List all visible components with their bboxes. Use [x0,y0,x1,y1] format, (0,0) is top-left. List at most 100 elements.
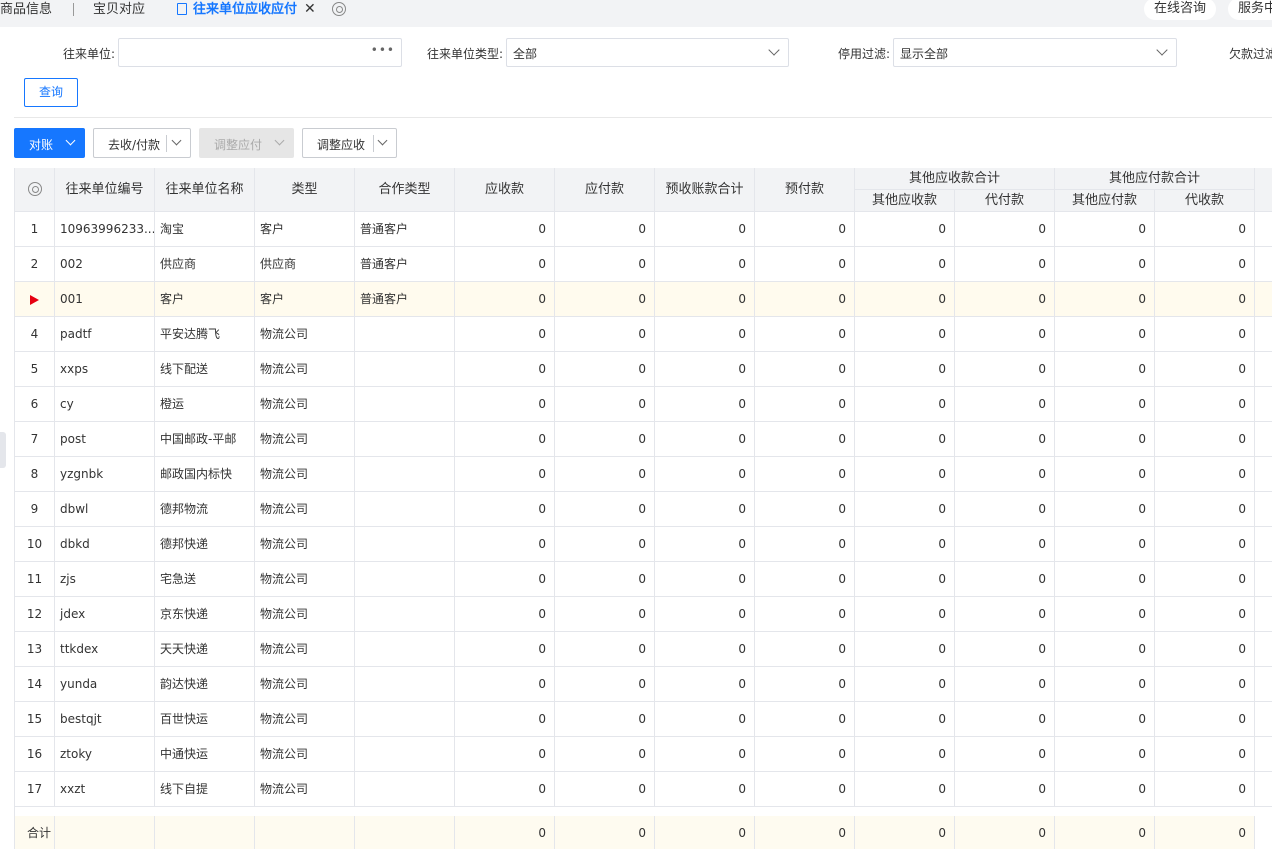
cell-pre-receive: 0 [655,527,755,562]
more-icon[interactable]: ••• [371,43,395,57]
table-row[interactable]: 12 jdex 京东快递 物流公司 0 0 0 0 0 0 0 0 [15,597,1272,632]
cell-agent-collection: 0 [1155,317,1255,352]
unit-type-value: 全部 [513,47,538,61]
cell-payable: 0 [555,632,655,667]
cell-type: 物流公司 [255,492,355,527]
cell-other-receivable: 0 [855,527,955,562]
cell-receivable: 0 [455,772,555,807]
header-name[interactable]: 往来单位名称 [155,168,255,212]
cell-pre-receive: 0 [655,737,755,772]
cell-code: dbwl [55,492,155,527]
cell-name: 供应商 [155,247,255,282]
cell-receivable: 0 [455,317,555,352]
cell-other-payable: 0 [1055,247,1155,282]
collect-pay-button[interactable]: 去收/付款 [93,128,191,158]
cell-agent-payment: 0 [955,667,1055,702]
header-agent-collection[interactable]: 代收款 [1155,190,1255,212]
table-row[interactable]: 13 ttkdex 天天快递 物流公司 0 0 0 0 0 0 0 0 [15,632,1272,667]
reconcile-button[interactable]: 对账 [14,128,85,158]
online-consult-button[interactable]: 在线咨询 [1144,0,1217,20]
header-prepayment[interactable]: 预付款 [755,168,855,212]
cell-coop-type [355,737,455,772]
cell-name: 百世快运 [155,702,255,737]
table-row[interactable]: 1 10963996233... 淘宝 客户 普通客户 0 0 0 0 0 0 0 0 [15,212,1272,247]
cell-agent-payment: 0 [955,702,1055,737]
cell-coop-type [355,387,455,422]
header-other-payable-group: 其他应付款合计 [1055,168,1255,190]
table-row[interactable]: 4 padtf 平安达腾飞 物流公司 0 0 0 0 0 0 0 0 [15,317,1272,352]
table-row[interactable]: 15 bestqjt 百世快运 物流公司 0 0 0 0 0 0 0 0 [15,702,1272,737]
cell-agent-collection: 0 [1155,387,1255,422]
tab-product-info[interactable]: 商品信息 [0,0,52,20]
stop-filter-select[interactable]: 显示全部 [893,38,1177,67]
adjust-payable-button[interactable]: 调整应付 [199,128,294,158]
table-row[interactable]: 11 zjs 宅急送 物流公司 0 0 0 0 0 0 0 0 [15,562,1272,597]
cell-prepayment: 0 [755,597,855,632]
cell-name: 平安达腾飞 [155,317,255,352]
cell-name: 天天快递 [155,632,255,667]
chevron-down-icon[interactable] [377,135,388,146]
debt-filter-label: 欠款过滤 [1229,47,1272,61]
cell-agent-collection: 0 [1155,597,1255,632]
chevron-down-icon[interactable] [171,135,182,146]
cell-agent-payment: 0 [955,562,1055,597]
header-coop-type[interactable]: 合作类型 [355,168,455,212]
tab-receivable-payable[interactable]: 往来单位应收应付 [193,0,297,20]
cell-prepayment: 0 [755,527,855,562]
service-button[interactable]: 服务中 [1228,0,1272,20]
table-row[interactable]: 16 ztoky 中通快运 物流公司 0 0 0 0 0 0 0 0 [15,737,1272,772]
unit-type-label: 往来单位类型: [427,47,504,61]
header-code[interactable]: 往来单位编号 [55,168,155,212]
cell-prepayment: 0 [755,212,855,247]
table-row[interactable]: 2 002 供应商 供应商 普通客户 0 0 0 0 0 0 0 0 [15,247,1272,282]
cell-agent-collection: 0 [1155,422,1255,457]
cell-agent-collection: 0 [1155,457,1255,492]
unit-type-select[interactable]: 全部 [506,38,789,67]
adjust-receivable-button[interactable]: 调整应收 [302,128,397,158]
cell-receivable: 0 [455,422,555,457]
table-row[interactable]: 6 cy 橙运 物流公司 0 0 0 0 0 0 0 0 [15,387,1272,422]
table-row[interactable]: 10 dbkd 德邦快递 物流公司 0 0 0 0 0 0 0 0 [15,527,1272,562]
table-row[interactable]: 5 xxps 线下配送 物流公司 0 0 0 0 0 0 0 0 [15,352,1272,387]
cell-coop-type [355,317,455,352]
total-cell [55,816,155,849]
cell-code: post [55,422,155,457]
header-agent-payment[interactable]: 代付款 [955,190,1055,212]
cell-prepayment: 0 [755,387,855,422]
tab-item-mapping[interactable]: 宝贝对应 [93,0,145,20]
cell-code: bestqjt [55,702,155,737]
cell-type: 供应商 [255,247,355,282]
cell-payable: 0 [555,282,655,317]
table-row[interactable]: 8 yzgnbk 邮政国内标快 物流公司 0 0 0 0 0 0 0 0 [15,457,1272,492]
chevron-down-icon[interactable] [274,135,285,146]
header-type[interactable]: 类型 [255,168,355,212]
gear-icon[interactable] [28,182,42,196]
column-settings[interactable] [15,168,55,212]
cell-agent-payment: 0 [955,737,1055,772]
sidebar-collapse-handle[interactable] [0,432,6,468]
table-row[interactable]: 001 客户 客户 普通客户 0 0 0 0 0 0 0 0 [15,282,1272,317]
header-other-receivable[interactable]: 其他应收款 [855,190,955,212]
table-row[interactable]: 9 dbwl 德邦物流 物流公司 0 0 0 0 0 0 0 0 [15,492,1272,527]
cell-code: zjs [55,562,155,597]
header-payable[interactable]: 应付款 [555,168,655,212]
header-other-payable[interactable]: 其他应付款 [1055,190,1155,212]
cell-agent-collection: 0 [1155,492,1255,527]
row-index: 4 [15,317,55,352]
header-receivable[interactable]: 应收款 [455,168,555,212]
table-row[interactable]: 17 xxzt 线下自提 物流公司 0 0 0 0 0 0 0 0 [15,772,1272,807]
table-row[interactable]: 7 post 中国邮政-平邮 物流公司 0 0 0 0 0 0 0 0 [15,422,1272,457]
cell-code: 10963996233... [55,212,155,247]
cell-overflow [1255,737,1272,772]
header-pre-receive-total[interactable]: 预收账款合计 [655,168,755,212]
cell-other-receivable: 0 [855,492,955,527]
cell-agent-payment: 0 [955,387,1055,422]
cell-other-payable: 0 [1055,317,1155,352]
close-icon[interactable]: ✕ [304,1,316,17]
unit-input[interactable]: ••• [118,38,402,67]
query-button[interactable]: 查询 [24,78,78,107]
gear-icon[interactable] [332,2,346,16]
tab-separator [73,3,74,16]
chevron-down-icon[interactable] [65,135,76,146]
table-row[interactable]: 14 yunda 韵达快递 物流公司 0 0 0 0 0 0 0 0 [15,667,1272,702]
